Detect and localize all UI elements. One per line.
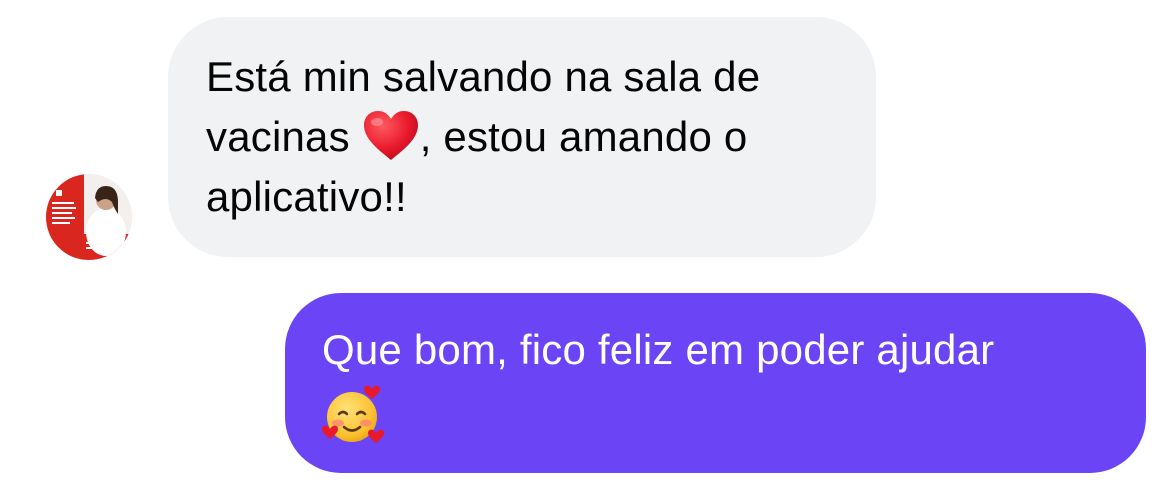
incoming-message-text: , estou amando o	[419, 113, 748, 160]
smiling-face-with-hearts-icon	[322, 385, 384, 445]
incoming-message-bubble[interactable]: Está min salvando na sala de vacinas , e…	[168, 17, 876, 257]
outgoing-message-line: Que bom, fico feliz em poder ajudar	[322, 326, 995, 373]
outgoing-message-line	[322, 380, 1116, 443]
heart-icon	[362, 110, 420, 162]
outgoing-message-bubble[interactable]: Que bom, fico feliz em poder ajudar	[285, 293, 1146, 473]
contact-avatar[interactable]	[46, 174, 132, 260]
incoming-message-line: Está min salvando na sala de	[206, 53, 761, 100]
profile-photo-icon	[46, 174, 132, 260]
chat-thread: Está min salvando na sala de vacinas , e…	[0, 0, 1170, 497]
incoming-message-line: vacinas , estou amando o	[206, 107, 846, 167]
incoming-message-line: aplicativo!!	[206, 173, 407, 220]
incoming-message-text: vacinas	[206, 113, 362, 160]
